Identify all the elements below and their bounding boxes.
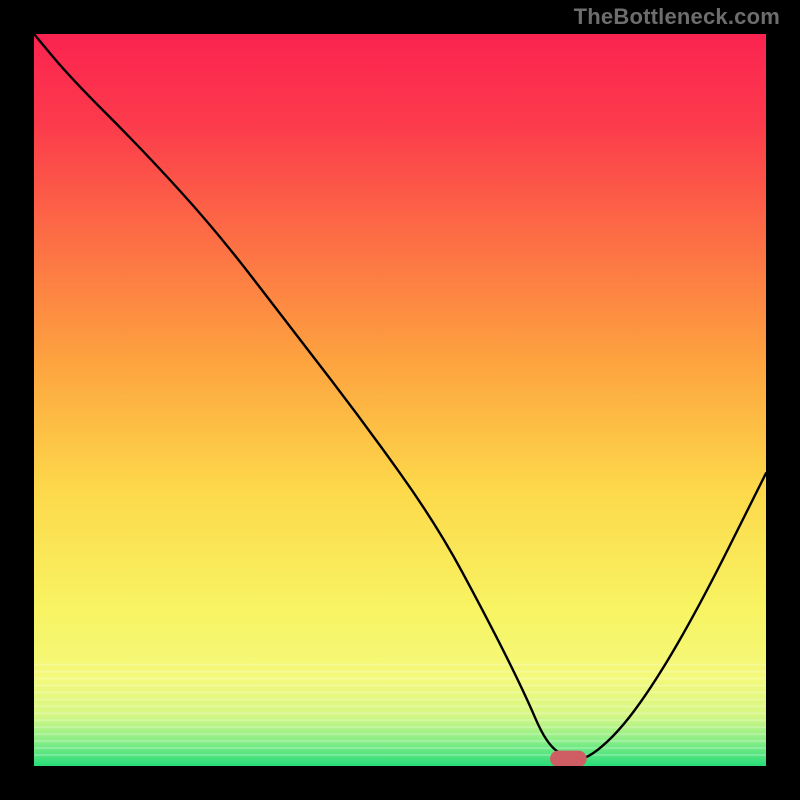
optimal-marker [550,751,587,766]
watermark-text: TheBottleneck.com [574,4,780,30]
plot-area [34,34,766,766]
chart-svg [34,34,766,766]
gradient-background [34,34,766,766]
chart-container: TheBottleneck.com [0,0,800,800]
